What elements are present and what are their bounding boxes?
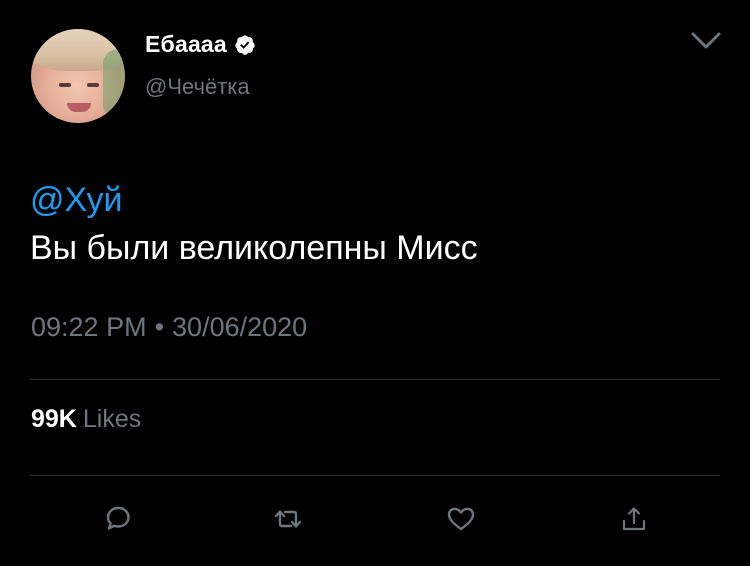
heart-icon bbox=[447, 507, 475, 531]
tweet-body: Вы были великолепны Мисс bbox=[30, 229, 478, 267]
likes-label: Likes bbox=[82, 405, 142, 433]
avatar-background bbox=[103, 49, 125, 119]
user-handle[interactable]: @Чечётка bbox=[145, 74, 250, 100]
avatar-eye-left bbox=[59, 83, 71, 87]
retweet-icon bbox=[274, 510, 302, 528]
share-button[interactable] bbox=[615, 500, 653, 538]
tweet-timestamp: 09:22 PM • 30/06/2020 bbox=[31, 312, 307, 343]
tweet-text: @Хуй Вы были великолепны Мисс bbox=[30, 176, 478, 272]
retweet-button[interactable] bbox=[269, 500, 307, 538]
avatar-mouth bbox=[67, 103, 91, 112]
like-button[interactable] bbox=[442, 500, 480, 538]
meta-separator: • bbox=[154, 312, 165, 342]
divider bbox=[30, 475, 720, 476]
tweet-time[interactable]: 09:22 PM bbox=[31, 312, 147, 342]
mention-link[interactable]: @Хуй bbox=[30, 176, 478, 224]
chevron-down-icon[interactable] bbox=[690, 30, 722, 52]
display-name[interactable]: Ебаааа bbox=[145, 31, 227, 58]
likes-stat[interactable]: 99K Likes bbox=[31, 405, 141, 434]
reply-button[interactable] bbox=[99, 500, 137, 538]
share-icon bbox=[622, 507, 646, 531]
comment-icon bbox=[106, 506, 130, 530]
name-row: Ебаааа bbox=[145, 31, 256, 58]
avatar-eye-right bbox=[87, 83, 99, 87]
likes-count: 99K bbox=[31, 405, 77, 433]
tweet-date[interactable]: 30/06/2020 bbox=[172, 312, 307, 342]
verified-badge-icon bbox=[234, 34, 256, 56]
avatar[interactable] bbox=[31, 29, 125, 123]
divider bbox=[30, 379, 720, 380]
